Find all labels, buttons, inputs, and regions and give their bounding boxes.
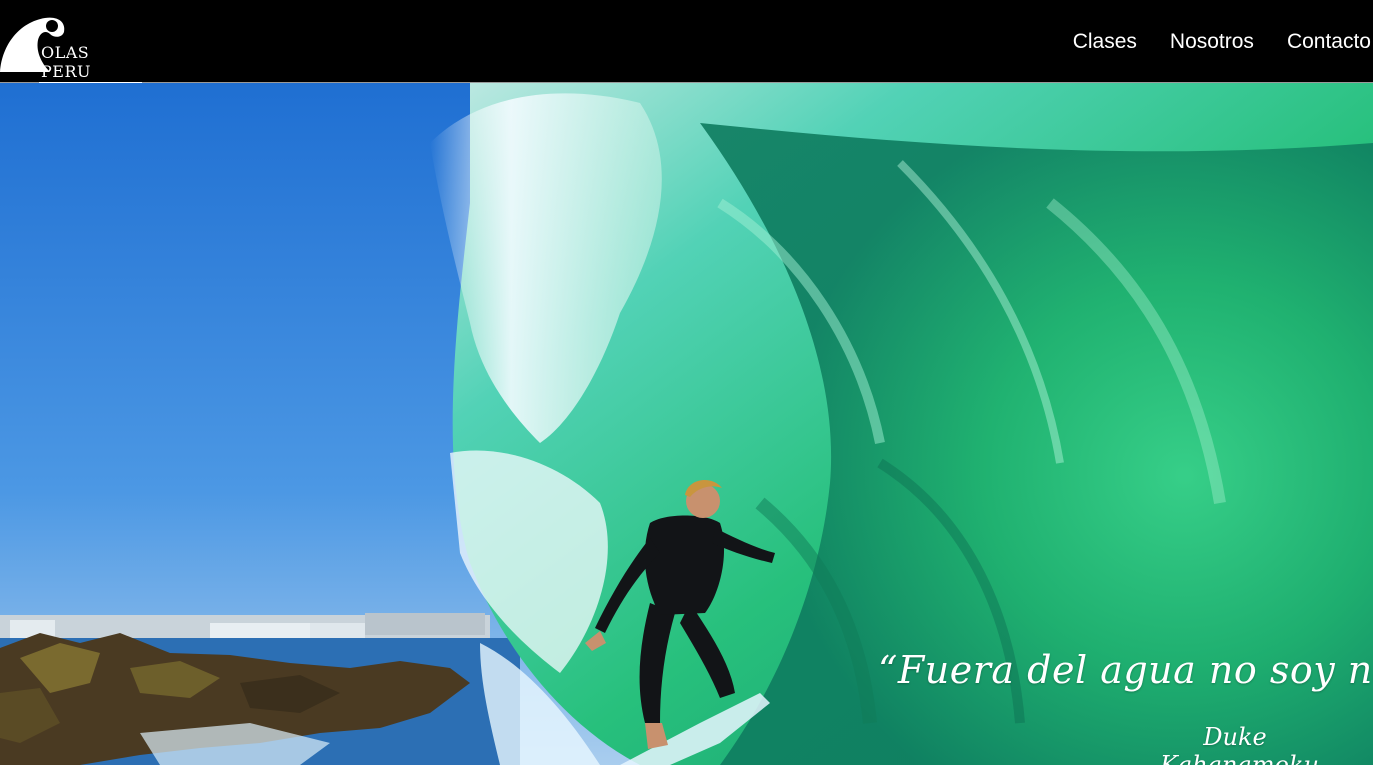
logo-text: OLAS PERU xyxy=(39,43,142,83)
main-nav: Clases Nosotros Contacto xyxy=(1073,30,1371,54)
quote-author-last: Kahanamoku xyxy=(1160,751,1319,765)
nav-clases-link[interactable]: Clases xyxy=(1073,30,1137,54)
quote-author-first: Duke xyxy=(1203,723,1267,751)
hero-banner: “Fuera del agua no soy nadie” Duke Kahan… xyxy=(0,83,1373,765)
logo[interactable]: OLAS PERU xyxy=(0,14,142,83)
quote-author: Duke Kahanamoku xyxy=(1160,723,1319,765)
top-navigation-bar: OLAS PERU Clases Nosotros Contacto xyxy=(0,0,1373,83)
nav-contacto-link[interactable]: Contacto xyxy=(1287,30,1371,54)
hero-quote: “Fuera del agua no soy nadie” xyxy=(878,648,1373,692)
nav-nosotros-link[interactable]: Nosotros xyxy=(1170,30,1254,54)
